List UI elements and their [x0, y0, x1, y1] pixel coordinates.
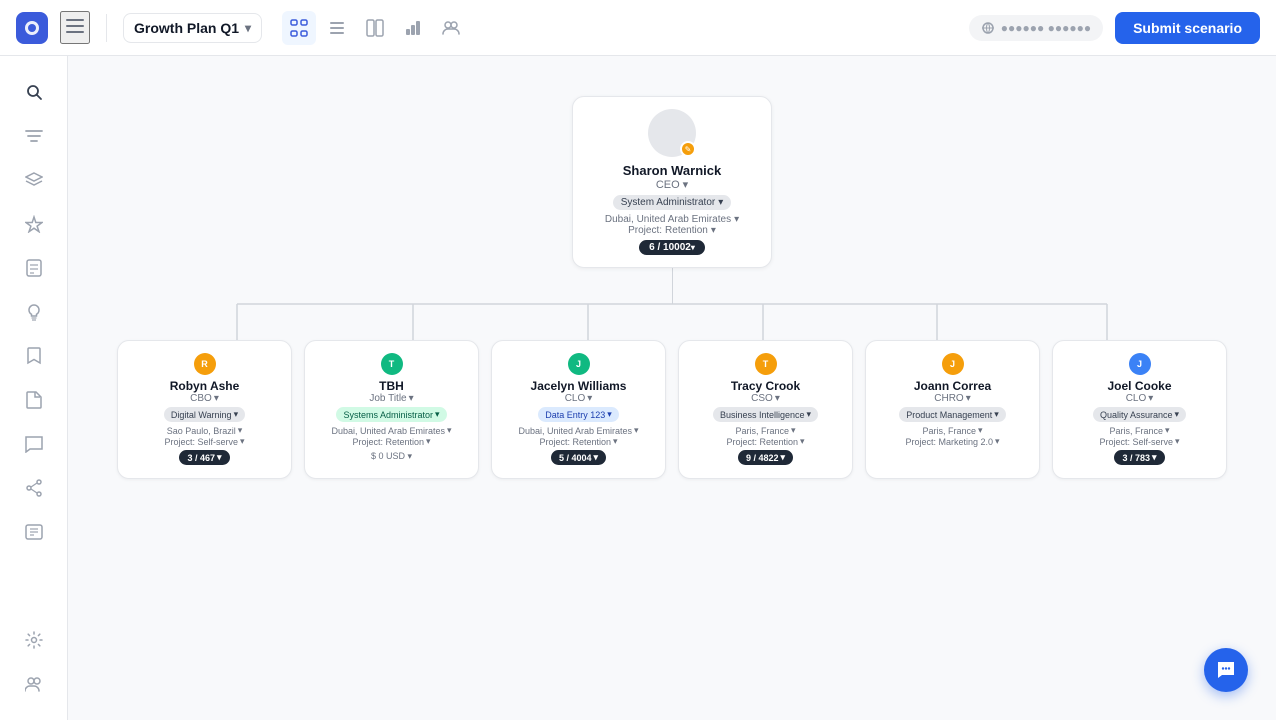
view-list-button[interactable] [320, 11, 354, 45]
robyn-location[interactable]: Sao Paulo, Brazil ▾ [132, 425, 277, 436]
sidebar-item-star[interactable] [14, 204, 54, 244]
joel-name: Joel Cooke [1067, 379, 1212, 393]
ceo-vertical-connector [672, 268, 673, 304]
sidebar-item-file[interactable] [14, 380, 54, 420]
robyn-name: Robyn Ashe [132, 379, 277, 393]
child-card-joann[interactable]: J Joann Correa CHRO▾ Product Management … [865, 340, 1040, 479]
ceo-project[interactable]: Project: Retention ▾ [589, 225, 755, 236]
joann-role[interactable]: Product Management ▾ [899, 407, 1006, 422]
view-tree-button[interactable] [282, 11, 316, 45]
user-name: ●●●●●● ●●●●●● [1001, 21, 1091, 35]
robyn-badge: R [194, 353, 216, 375]
joel-title: CLO▾ [1067, 393, 1212, 404]
view-icons [282, 11, 468, 45]
joel-badge: J [1129, 353, 1151, 375]
tbh-location[interactable]: Dubai, United Arab Emirates ▾ [319, 425, 464, 436]
child-card-joel[interactable]: J Joel Cooke CLO▾ Quality Assurance ▾ Pa… [1052, 340, 1227, 479]
ceo-node: ✎ Sharon Warnick CEO ▾ System Administra… [572, 96, 772, 304]
plan-selector[interactable]: Growth Plan Q1 ▾ [123, 13, 262, 43]
tbh-salary[interactable]: $ 0 USD ▾ [319, 451, 464, 462]
sidebar-item-layers[interactable] [14, 160, 54, 200]
topbar-divider [106, 14, 107, 42]
plan-name: Growth Plan Q1 [134, 20, 239, 36]
ceo-badge: ✎ [680, 141, 696, 157]
ceo-role-badge[interactable]: System Administrator ▾ [613, 195, 732, 210]
joann-title: CHRO▾ [880, 393, 1025, 404]
sidebar-item-bulb[interactable] [14, 292, 54, 332]
ceo-location[interactable]: Dubai, United Arab Emirates ▾ [589, 214, 755, 225]
topbar: Growth Plan Q1 ▾ [0, 0, 1276, 56]
ceo-title-chevron: ▾ [683, 178, 689, 191]
robyn-role[interactable]: Digital Warning ▾ [164, 407, 245, 422]
jacelyn-name: Jacelyn Williams [506, 379, 651, 393]
ceo-name: Sharon Warnick [589, 163, 755, 178]
jacelyn-count[interactable]: 5 / 4004 ▾ [551, 450, 606, 465]
sidebar [0, 56, 68, 720]
robyn-project[interactable]: Project: Self-serve ▾ [132, 436, 277, 447]
tracy-project[interactable]: Project: Retention ▾ [693, 436, 838, 447]
sidebar-item-share[interactable] [14, 468, 54, 508]
sidebar-item-bookmark[interactable] [14, 336, 54, 376]
joel-location[interactable]: Paris, France ▾ [1067, 425, 1212, 436]
jacelyn-badge: J [568, 353, 590, 375]
jacelyn-role[interactable]: Data Entry 123 ▾ [538, 407, 619, 422]
child-card-tracy[interactable]: T Tracy Crook CSO▾ Business Intelligence… [678, 340, 853, 479]
chat-fab[interactable] [1204, 648, 1248, 692]
tracy-role[interactable]: Business Intelligence ▾ [713, 407, 818, 422]
submit-scenario-button[interactable]: Submit scenario [1115, 12, 1260, 44]
ceo-avatar: ✎ [648, 109, 696, 157]
ceo-title: CEO ▾ [589, 178, 755, 191]
tbh-project[interactable]: Project: Retention ▾ [319, 436, 464, 447]
tbh-name: TBH [319, 379, 464, 393]
robyn-title: CBO▾ [132, 393, 277, 404]
ceo-count-badge[interactable]: 6 / 10002 ▾ [639, 240, 705, 255]
ceo-card[interactable]: ✎ Sharon Warnick CEO ▾ System Administra… [572, 96, 772, 268]
menu-button[interactable] [60, 11, 90, 44]
tbh-title: Job Title▾ [319, 393, 464, 404]
joel-count[interactable]: 3 / 783 ▾ [1114, 450, 1164, 465]
tracy-name: Tracy Crook [693, 379, 838, 393]
main-layout: ✎ Sharon Warnick CEO ▾ System Administra… [0, 56, 1276, 720]
joann-name: Joann Correa [880, 379, 1025, 393]
tbh-badge: T [381, 353, 403, 375]
tbh-role[interactable]: Systems Administrator ▾ [336, 407, 446, 422]
sidebar-item-users[interactable] [14, 664, 54, 704]
user-pill: ●●●●●● ●●●●●● [969, 15, 1103, 41]
sidebar-item-doc[interactable] [14, 248, 54, 288]
child-card-robyn[interactable]: R Robyn Ashe CBO▾ Digital Warning ▾ Sao … [117, 340, 292, 479]
sidebar-item-chat[interactable] [14, 424, 54, 464]
view-split-button[interactable] [358, 11, 392, 45]
view-people-button[interactable] [434, 11, 468, 45]
tracy-title: CSO▾ [693, 393, 838, 404]
sidebar-item-settings[interactable] [14, 620, 54, 660]
tracy-badge: T [755, 353, 777, 375]
app-logo [16, 12, 48, 44]
view-chart-button[interactable] [396, 11, 430, 45]
joann-location[interactable]: Paris, France ▾ [880, 425, 1025, 436]
tracy-count[interactable]: 9 / 4822 ▾ [738, 450, 793, 465]
topbar-right: ●●●●●● ●●●●●● Submit scenario [969, 12, 1260, 44]
jacelyn-project[interactable]: Project: Retention ▾ [506, 436, 651, 447]
children-row: R Robyn Ashe CBO▾ Digital Warning ▾ Sao … [117, 340, 1227, 479]
orgchart-area: ✎ Sharon Warnick CEO ▾ System Administra… [68, 56, 1276, 720]
child-card-tbh[interactable]: T TBH Job Title▾ Systems Administrator ▾… [304, 340, 479, 479]
content-area: ✎ Sharon Warnick CEO ▾ System Administra… [68, 56, 1276, 720]
joel-project[interactable]: Project: Self-serve ▾ [1067, 436, 1212, 447]
plan-chevron-icon: ▾ [245, 21, 251, 35]
robyn-count[interactable]: 3 / 467 ▾ [179, 450, 229, 465]
sidebar-item-list[interactable] [14, 512, 54, 552]
tree-connector-svg [147, 304, 1197, 340]
child-card-jacelyn[interactable]: J Jacelyn Williams CLO▾ Data Entry 123 ▾… [491, 340, 666, 479]
sidebar-item-filter[interactable] [14, 116, 54, 156]
jacelyn-title: CLO▾ [506, 393, 651, 404]
joann-badge: J [942, 353, 964, 375]
jacelyn-location[interactable]: Dubai, United Arab Emirates ▾ [506, 425, 651, 436]
tracy-location[interactable]: Paris, France ▾ [693, 425, 838, 436]
joann-project[interactable]: Project: Marketing 2.0 ▾ [880, 436, 1025, 447]
joel-role[interactable]: Quality Assurance ▾ [1093, 407, 1186, 422]
sidebar-item-search[interactable] [14, 72, 54, 112]
